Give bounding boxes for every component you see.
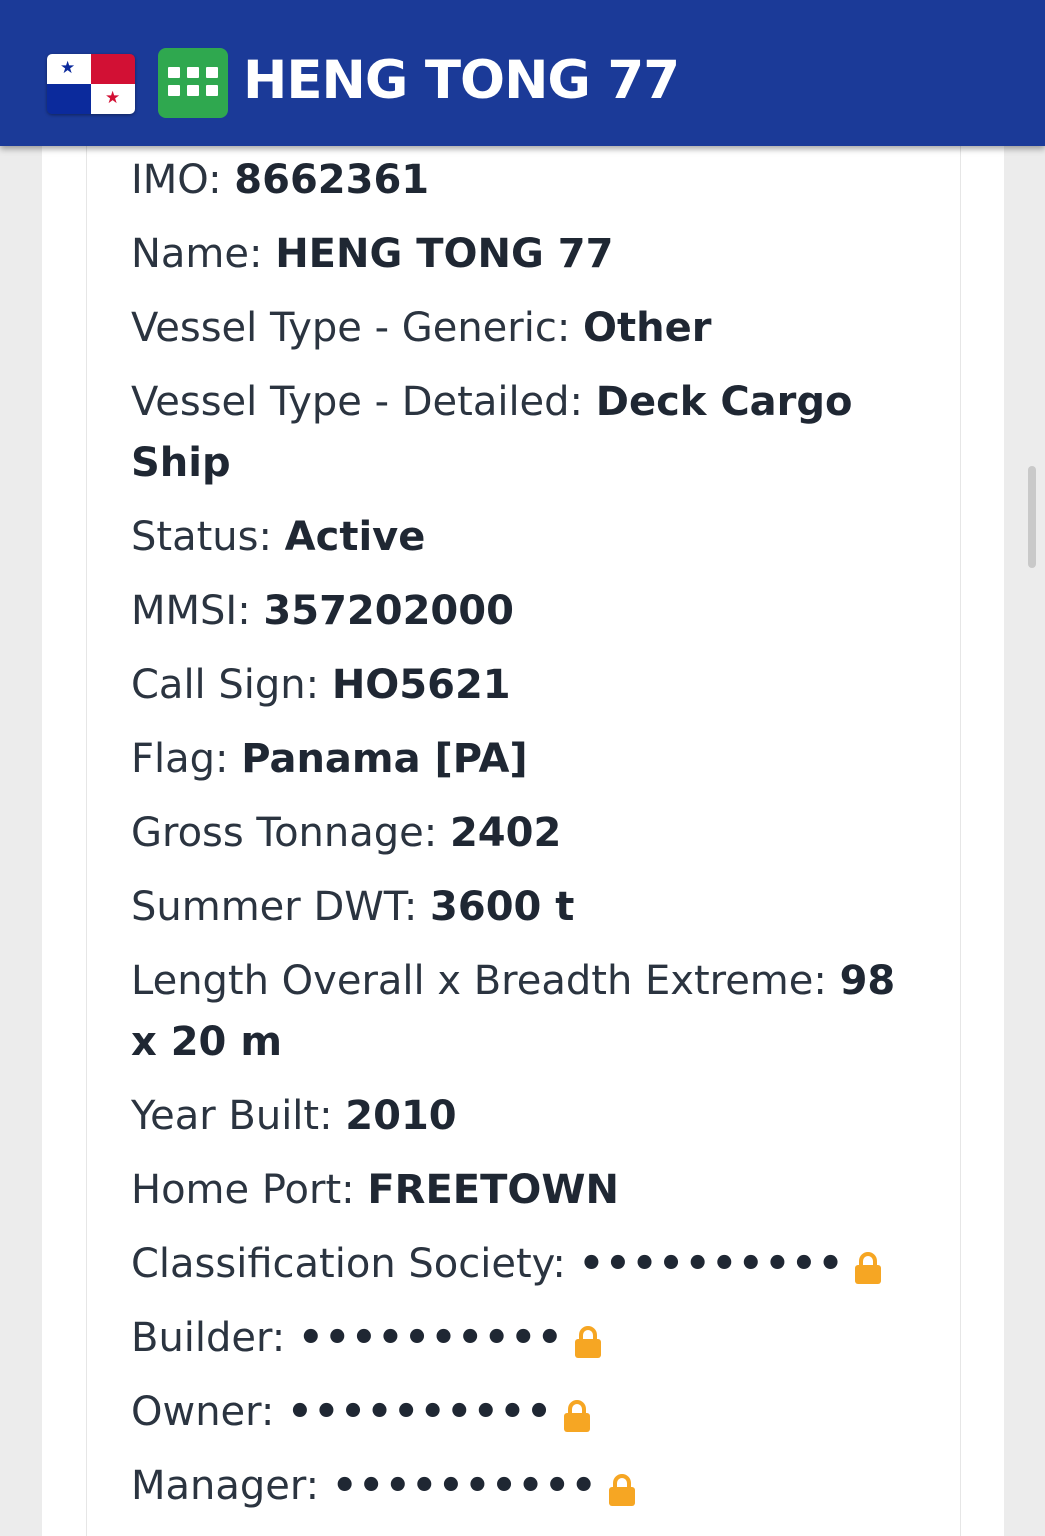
- detail-row-year-built: Year Built: 2010: [131, 1086, 931, 1147]
- masked-value: ••••••••••: [578, 1241, 845, 1287]
- masked-value: ••••••••••: [287, 1389, 553, 1435]
- detail-label: Name:: [131, 231, 276, 277]
- detail-row-home-port: Home Port: FREETOWN: [131, 1160, 931, 1221]
- panama-flag-icon: ★ ★: [47, 54, 135, 114]
- page-title: HENG TONG 77: [243, 50, 680, 111]
- detail-label: MMSI:: [131, 588, 264, 634]
- detail-value: FREETOWN: [367, 1167, 619, 1213]
- masked-value: ••••••••••: [297, 1315, 564, 1361]
- detail-value: HO5621: [331, 662, 511, 708]
- detail-row-mmsi: MMSI: 357202000: [131, 581, 931, 642]
- detail-row-call-sign: Call Sign: HO5621: [131, 655, 931, 716]
- detail-value: 8662361: [234, 157, 430, 203]
- detail-value: HENG TONG 77: [275, 231, 614, 277]
- grid-icon[interactable]: [158, 48, 228, 118]
- detail-label: Length Overall x Breadth Extreme:: [131, 958, 840, 1004]
- vessel-header-bar: ★ ★ HENG TONG 77: [0, 0, 1045, 146]
- detail-row-status: Status: Active: [131, 507, 931, 568]
- detail-value: 3600 t: [430, 884, 575, 930]
- detail-value: Other: [583, 305, 712, 351]
- detail-label: Home Port:: [131, 1167, 368, 1213]
- lock-icon[interactable]: [574, 1325, 602, 1359]
- detail-row-manager[interactable]: Manager: ••••••••••: [131, 1456, 931, 1517]
- detail-label: Status:: [131, 514, 285, 560]
- vessel-details-list: IMO: 8662361 Name: HENG TONG 77 Vessel T…: [131, 150, 931, 1530]
- detail-row-vessel-type-generic: Vessel Type - Generic: Other: [131, 298, 931, 359]
- lock-icon[interactable]: [854, 1251, 882, 1285]
- detail-value: 2402: [449, 810, 562, 856]
- detail-row-summer-dwt: Summer DWT: 3600 t: [131, 877, 931, 938]
- detail-label: Vessel Type - Detailed:: [131, 379, 596, 425]
- detail-label: Call Sign:: [131, 662, 332, 708]
- detail-value: 2010: [345, 1093, 457, 1139]
- detail-row-flag: Flag: Panama [PA]: [131, 729, 931, 790]
- scrollbar-thumb[interactable]: [1028, 466, 1036, 568]
- detail-label: Gross Tonnage:: [131, 810, 450, 856]
- detail-label: IMO:: [131, 157, 235, 203]
- detail-label: Vessel Type - Generic:: [131, 305, 584, 351]
- detail-row-classification-society[interactable]: Classification Society: ••••••••••: [131, 1234, 931, 1295]
- detail-row-gross-tonnage: Gross Tonnage: 2402: [131, 803, 931, 864]
- detail-value: Panama [PA]: [241, 736, 528, 782]
- detail-value: Active: [284, 514, 426, 560]
- detail-label: Builder:: [131, 1315, 298, 1361]
- detail-row-vessel-type-detailed: Vessel Type - Detailed: Deck Cargo Ship: [131, 372, 931, 494]
- lock-icon[interactable]: [563, 1399, 591, 1433]
- detail-label: Year Built:: [131, 1093, 346, 1139]
- detail-label: Flag:: [131, 736, 242, 782]
- detail-label: Owner:: [131, 1389, 288, 1435]
- masked-value: ••••••••••: [331, 1463, 598, 1509]
- detail-row-imo: IMO: 8662361: [131, 150, 931, 211]
- detail-label: Classification Society:: [131, 1241, 579, 1287]
- detail-row-owner[interactable]: Owner: ••••••••••: [131, 1382, 931, 1443]
- detail-label: Summer DWT:: [131, 884, 431, 930]
- detail-label: Manager:: [131, 1463, 332, 1509]
- detail-value: 357202000: [263, 588, 514, 634]
- detail-row-dimensions: Length Overall x Breadth Extreme: 98 x 2…: [131, 951, 931, 1073]
- detail-row-builder[interactable]: Builder: ••••••••••: [131, 1308, 931, 1369]
- lock-icon[interactable]: [608, 1473, 636, 1507]
- detail-row-name: Name: HENG TONG 77: [131, 224, 931, 285]
